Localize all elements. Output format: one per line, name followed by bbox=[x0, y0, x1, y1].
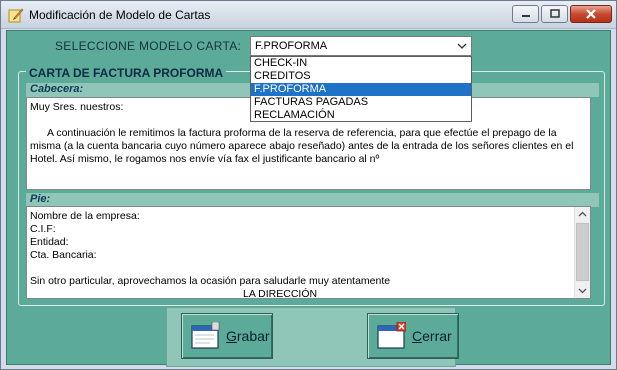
maximize-icon bbox=[549, 9, 560, 18]
model-select-label: SELECCIONE MODELO CARTA: bbox=[55, 39, 242, 53]
footer-line: Entidad: bbox=[30, 236, 69, 248]
chevron-up-icon bbox=[578, 211, 587, 217]
close-window-icon bbox=[377, 322, 406, 349]
header-line: misma (a la cuenta bancaria cuyo número … bbox=[30, 140, 574, 152]
footer-textarea[interactable]: Nombre de la empresa: C.I.F: Entidad: Ct… bbox=[26, 206, 591, 299]
dropdown-option-facturas-pagadas[interactable]: FACTURAS PAGADAS bbox=[251, 96, 471, 109]
maximize-button[interactable] bbox=[541, 5, 568, 23]
minimize-icon bbox=[521, 15, 530, 17]
model-select-value: F.PROFORMA bbox=[255, 40, 328, 52]
button-panel: Grabar Cerrar bbox=[166, 307, 459, 367]
footer-signature: LA DIRECCIÓN bbox=[243, 288, 318, 299]
scroll-up-button[interactable] bbox=[575, 207, 590, 222]
header-line: A continuación le remitimos la factura p… bbox=[47, 127, 557, 139]
save-document-icon bbox=[191, 322, 220, 349]
chevron-down-icon bbox=[457, 43, 467, 49]
minimize-button[interactable] bbox=[512, 5, 539, 23]
dropdown-option-reclamacion[interactable]: RECLAMACIÓN bbox=[251, 109, 471, 122]
dropdown-option-creditos[interactable]: CREDITOS bbox=[251, 70, 471, 83]
save-button[interactable]: Grabar bbox=[181, 313, 273, 359]
model-select[interactable]: F.PROFORMA bbox=[250, 36, 472, 56]
footer-line: Cta. Bancaria: bbox=[30, 249, 97, 261]
window-title: Modificación de Modelo de Cartas bbox=[29, 8, 211, 22]
footer-blank-line bbox=[30, 262, 590, 275]
app-window: Modificación de Modelo de Cartas SELECCI… bbox=[0, 0, 617, 370]
footer-scrollbar[interactable] bbox=[574, 207, 590, 298]
title-bar[interactable]: Modificación de Modelo de Cartas bbox=[1, 1, 616, 29]
close-button[interactable]: Cerrar bbox=[367, 313, 459, 359]
letter-frame-title: CARTA DE FACTURA PROFORMA bbox=[26, 66, 227, 80]
close-icon bbox=[586, 9, 596, 19]
dropdown-option-check-in[interactable]: CHECK-IN bbox=[251, 57, 471, 70]
footer-line: Sin otro particular, aprovechamos la oca… bbox=[30, 275, 391, 287]
scroll-thumb[interactable] bbox=[576, 223, 589, 281]
footer-line: C.I.F: bbox=[30, 223, 56, 235]
app-edit-icon bbox=[8, 7, 24, 23]
footer-line: Nombre de la empresa: bbox=[30, 210, 140, 222]
close-window-button[interactable] bbox=[570, 5, 612, 23]
main-panel: SELECCIONE MODELO CARTA: F.PROFORMA CHEC… bbox=[6, 30, 611, 367]
footer-section-label: Pie: bbox=[26, 193, 599, 207]
close-button-label: Cerrar bbox=[412, 328, 452, 344]
save-button-label: Grabar bbox=[226, 328, 270, 344]
chevron-down-icon bbox=[578, 288, 587, 294]
header-line: Hotel. Así mismo, le rogamos nos envíe v… bbox=[30, 153, 380, 165]
model-dropdown-list[interactable]: CHECK-IN CREDITOS F.PROFORMA FACTURAS PA… bbox=[250, 56, 472, 122]
scroll-down-button[interactable] bbox=[575, 283, 590, 298]
dropdown-option-f-proforma[interactable]: F.PROFORMA bbox=[251, 83, 471, 96]
